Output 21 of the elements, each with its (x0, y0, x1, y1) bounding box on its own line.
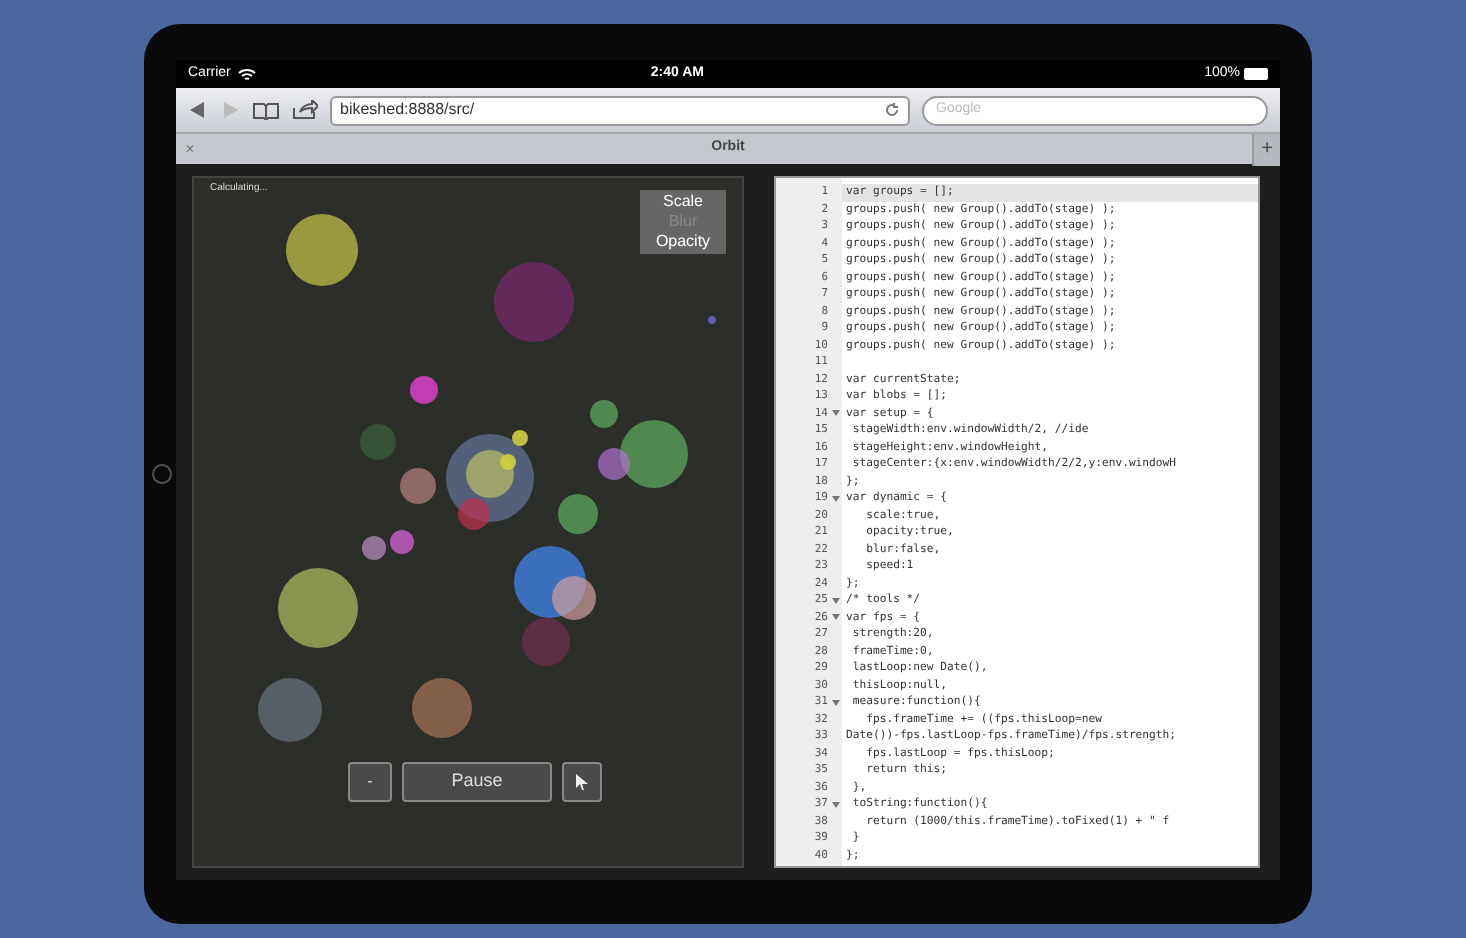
reload-icon[interactable] (884, 102, 900, 118)
fold-arrow-icon[interactable] (831, 495, 839, 502)
back-icon[interactable] (188, 100, 208, 120)
toggle-option[interactable]: Opacity (655, 232, 711, 252)
share-icon[interactable] (292, 100, 318, 120)
fold-arrow-icon[interactable] (831, 801, 839, 808)
fold-arrow-icon[interactable] (831, 614, 839, 621)
cursor-button[interactable] (562, 762, 602, 802)
pause-button[interactable]: Pause (402, 762, 552, 802)
camera-icon (152, 464, 172, 484)
toggle-option[interactable]: Scale (662, 192, 703, 212)
book-icon[interactable] (252, 100, 280, 120)
fold-arrow-icon[interactable] (831, 699, 839, 706)
battery-icon (1244, 68, 1268, 80)
fold-arrow-icon[interactable] (831, 597, 839, 604)
minus-button[interactable]: - (348, 762, 392, 802)
fold-arrow-icon[interactable] (831, 410, 839, 417)
url-field[interactable]: bikeshed:8888/src/ (330, 95, 910, 125)
wifi-icon (238, 67, 257, 81)
pointer-icon (576, 774, 588, 790)
new-tab-button[interactable]: + (1252, 133, 1280, 165)
